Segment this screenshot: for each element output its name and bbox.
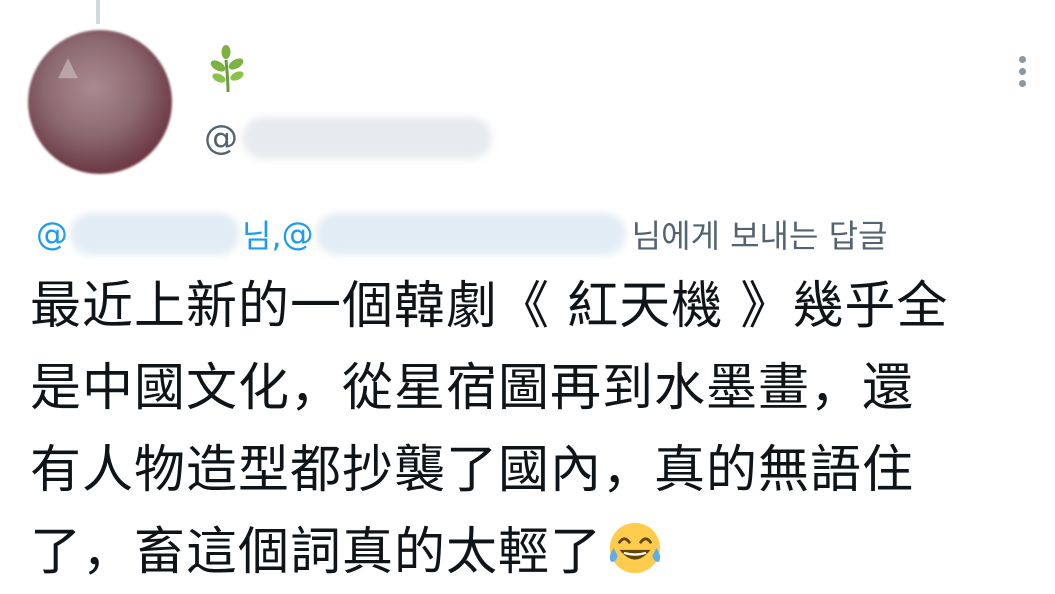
mention-suffix-1[interactable]: 님,: [242, 211, 282, 257]
tweet-line-1: 最近上新的一個韓劇《 紅天機 》幾乎全: [30, 277, 949, 336]
redacted-handle: [242, 117, 492, 159]
mention-at-1[interactable]: @: [36, 215, 68, 253]
author-handle[interactable]: @: [204, 116, 492, 160]
tweet-line-2: 是中國文化，從星宿圖再到水墨畫，還: [30, 359, 915, 418]
reply-context-suffix: 님에게 보내는 답글: [631, 217, 888, 255]
reply-context: @ 님, @ 님에게 보내는 답글: [36, 212, 888, 256]
tweet-text: 最近上新的一個韓劇《 紅天機 》幾乎全 是中國文化，從星宿圖再到水墨畫，還 有人…: [30, 266, 1030, 594]
mention-at-2[interactable]: @: [282, 215, 314, 253]
more-vertical-icon[interactable]: [1012, 56, 1032, 92]
tweet-line-4-text: 了，畜這個詞真的太輕了: [30, 523, 603, 582]
tweet-line-4: 了，畜這個詞真的太輕了: [30, 512, 1030, 594]
sprout-icon: [210, 45, 244, 93]
tears-of-joy-emoji: [609, 522, 661, 574]
thread-connector-line: [96, 0, 100, 24]
avatar-blur-mark: ▲: [58, 52, 78, 82]
handle-prefix: @: [204, 118, 238, 158]
redacted-mention-2: [315, 213, 626, 255]
tweet-line-3: 有人物造型都抄襲了國內，真的無語住: [30, 441, 915, 500]
avatar[interactable]: [28, 30, 172, 174]
redacted-mention-1: [70, 213, 240, 255]
